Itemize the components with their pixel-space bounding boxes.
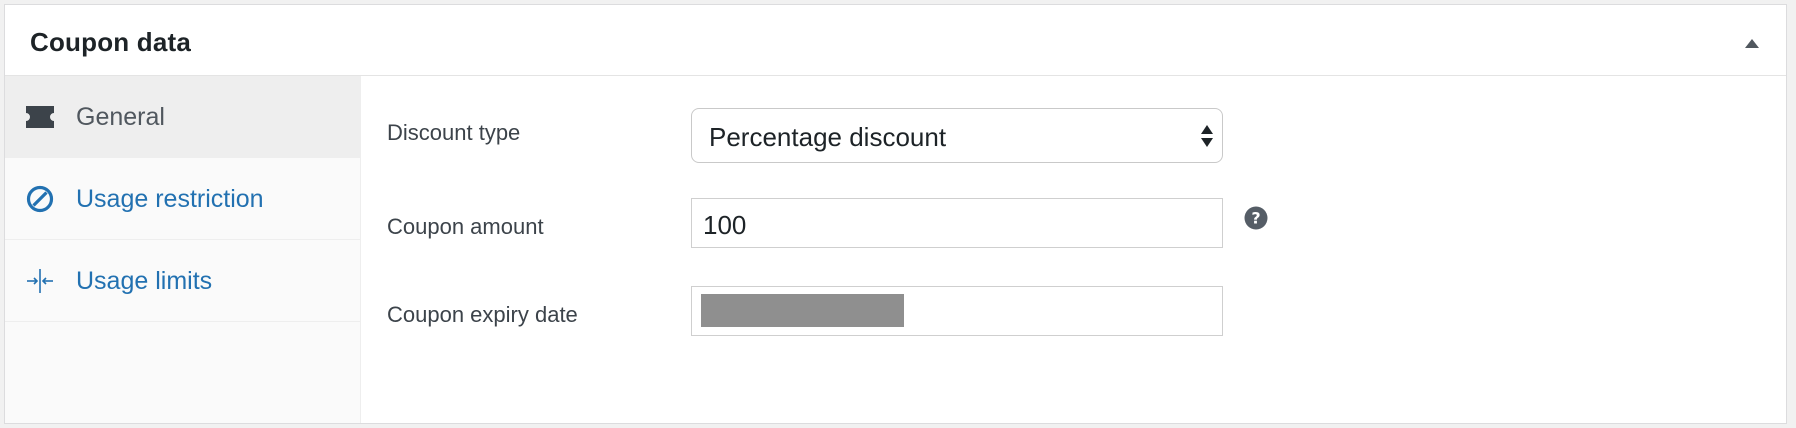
tab-general-label: General <box>76 103 165 131</box>
tab-usage-limits-label: Usage limits <box>76 267 213 295</box>
discount-type-select[interactable]: Percentage discount <box>691 108 1223 163</box>
expiry-date-label: Coupon expiry date <box>387 302 578 327</box>
redacted-value <box>701 294 904 327</box>
ticket-icon <box>26 106 54 128</box>
coupon-tabs-sidebar: General Usage restriction Usage limits <box>5 76 361 423</box>
block-icon <box>26 185 54 213</box>
tab-usage-restriction-label: Usage restriction <box>76 185 264 213</box>
tab-usage-limits[interactable]: Usage limits <box>5 240 360 322</box>
limits-icon <box>27 269 53 293</box>
svg-text:?: ? <box>1251 209 1260 228</box>
coupon-amount-value: 100 <box>703 210 747 240</box>
triangle-up-icon <box>1745 39 1759 48</box>
coupon-amount-label: Coupon amount <box>387 214 544 239</box>
tab-general[interactable]: General <box>5 76 360 158</box>
general-options-panel: Discount type Percentage discount Coupon… <box>361 76 1786 423</box>
expiry-date-input[interactable] <box>691 286 1223 336</box>
help-tip-icon[interactable]: ? <box>1244 206 1268 230</box>
panel-header: Coupon data <box>5 5 1786 76</box>
coupon-data-panel: Coupon data General Usage restriction Us… <box>4 4 1787 424</box>
panel-title: Coupon data <box>30 27 192 57</box>
discount-type-selected-value: Percentage discount <box>709 122 947 152</box>
discount-type-label: Discount type <box>387 120 521 145</box>
coupon-amount-input[interactable]: 100 <box>691 198 1223 248</box>
tab-usage-restriction[interactable]: Usage restriction <box>5 158 360 240</box>
select-arrows-icon <box>1201 125 1213 147</box>
collapse-toggle-button[interactable] <box>1738 29 1766 57</box>
